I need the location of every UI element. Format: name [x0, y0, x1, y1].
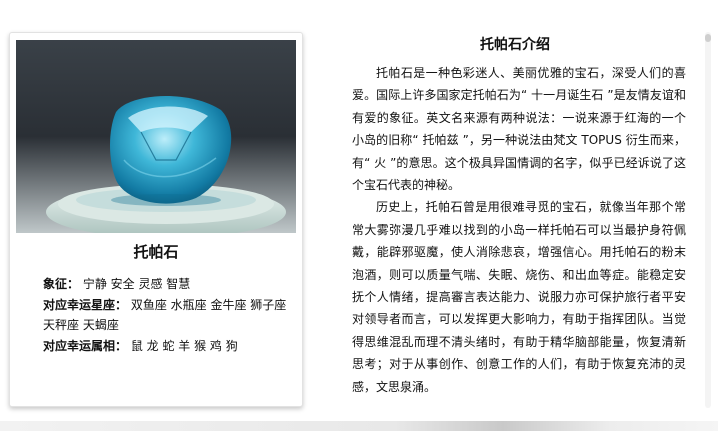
gem-card: 托帕石 象征： 宁静 安全 灵感 智慧 对应幸运星座： 双鱼座 水瓶座 金牛座 …	[9, 32, 303, 407]
scrollbar[interactable]	[705, 32, 711, 408]
zodiac-label: 对应幸运星座：	[43, 297, 128, 312]
symbol-label: 象征：	[43, 277, 80, 291]
symbol-row: 象征： 宁静 安全 灵感 智慧	[43, 274, 298, 295]
topaz-photo	[16, 40, 296, 233]
chinese-zodiac-label: 对应幸运属相：	[43, 338, 128, 353]
article-paragraph: 托帕石是一种色彩迷人、美丽优雅的宝石，深受人们的喜爱。国际上许多国家定托帕石为“…	[352, 66, 686, 193]
bottom-decoration	[0, 421, 718, 431]
article-title: 托帕石介绍	[480, 37, 550, 53]
zodiac-row: 对应幸运星座： 双鱼座 水瓶座 金牛座 狮子座 天秤座 天蝎座	[43, 295, 298, 336]
article-body: 托帕石是一种色彩迷人、美丽优雅的宝石，深受人们的喜爱。国际上许多国家定托帕石为“…	[352, 62, 686, 398]
topaz-gem-image	[16, 40, 296, 233]
scrollbar-thumb[interactable]	[705, 34, 711, 42]
chinese-zodiac-value: 鼠 龙 蛇 羊 猴 鸡 狗	[130, 338, 238, 353]
gem-properties: 象征： 宁静 安全 灵感 智慧 对应幸运星座： 双鱼座 水瓶座 金牛座 狮子座 …	[43, 274, 298, 356]
symbol-value: 宁静 安全 灵感 智慧	[82, 277, 191, 291]
gem-title: 托帕石	[133, 243, 179, 261]
chinese-zodiac-row: 对应幸运属相： 鼠 龙 蛇 羊 猴 鸡 狗	[43, 336, 298, 357]
article-paragraph: 历史上，托帕石曾是用很难寻觅的宝石，就像当年那个常常大雾弥漫几乎难以找到的小岛一…	[352, 200, 686, 394]
